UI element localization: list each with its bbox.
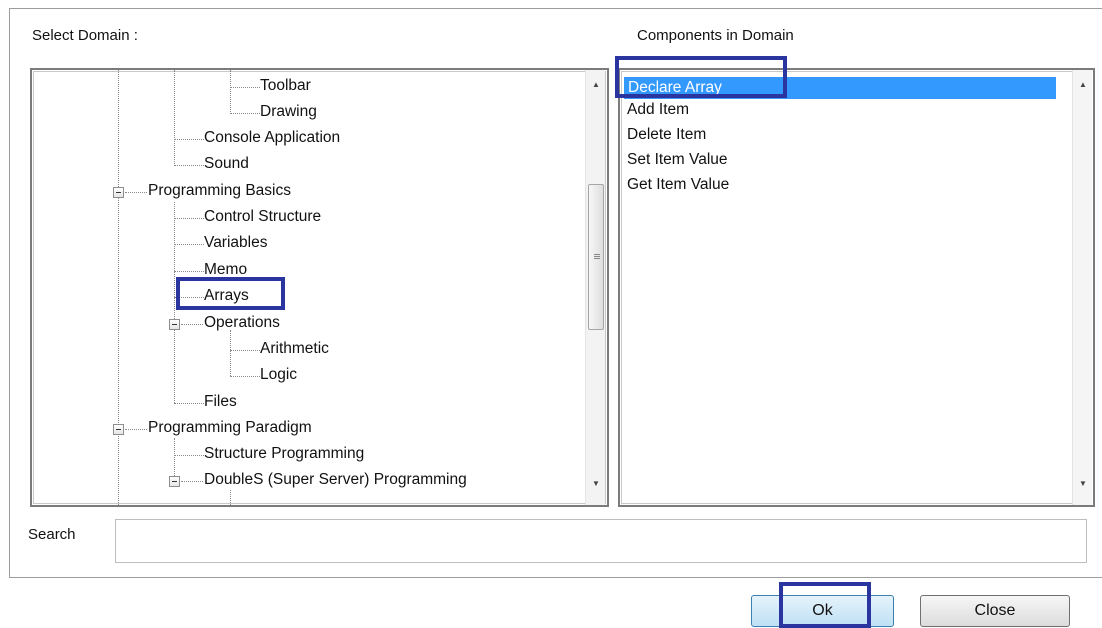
scrollbar-thumb[interactable] xyxy=(588,184,604,330)
ok-button[interactable]: Ok xyxy=(751,595,894,627)
select-domain-label: Select Domain : xyxy=(32,27,138,44)
domain-tree[interactable]: Toolbar Drawing Console Application Soun… xyxy=(30,68,609,507)
tree-guide-line xyxy=(174,70,175,166)
collapse-icon[interactable] xyxy=(113,424,124,435)
component-item-get-item-value[interactable]: Get Item Value xyxy=(627,174,729,196)
scroll-up-arrow-icon[interactable]: ▲ xyxy=(1073,76,1093,94)
scroll-down-arrow-icon[interactable]: ▼ xyxy=(586,475,606,493)
search-input[interactable] xyxy=(115,519,1087,563)
collapse-icon[interactable] xyxy=(169,319,180,330)
close-button[interactable]: Close xyxy=(920,595,1070,627)
components-in-domain-label: Components in Domain xyxy=(637,27,794,44)
tree-guide-line xyxy=(174,202,175,403)
tree-scrollbar[interactable]: ▲ ▼ xyxy=(585,70,605,505)
tree-guide-line xyxy=(118,70,119,505)
components-list[interactable]: Declare Array Add Item Delete Item Set I… xyxy=(618,68,1095,507)
collapse-icon[interactable] xyxy=(169,476,180,487)
search-label: Search xyxy=(28,526,76,543)
grip-icon xyxy=(594,254,600,259)
component-item-add-item[interactable]: Add Item xyxy=(627,99,689,121)
component-item-declare-array[interactable]: Declare Array xyxy=(624,77,1056,99)
tree-guide-line xyxy=(230,330,231,376)
scroll-up-arrow-icon[interactable]: ▲ xyxy=(586,76,606,94)
tree-guide-line xyxy=(230,70,231,114)
component-item-delete-item[interactable]: Delete Item xyxy=(627,124,706,146)
scroll-down-arrow-icon[interactable]: ▼ xyxy=(1073,475,1093,493)
tree-guide-line xyxy=(230,490,231,505)
components-scrollbar[interactable]: ▲ ▼ xyxy=(1072,70,1092,505)
collapse-icon[interactable] xyxy=(113,187,124,198)
component-item-set-item-value[interactable]: Set Item Value xyxy=(627,149,728,171)
